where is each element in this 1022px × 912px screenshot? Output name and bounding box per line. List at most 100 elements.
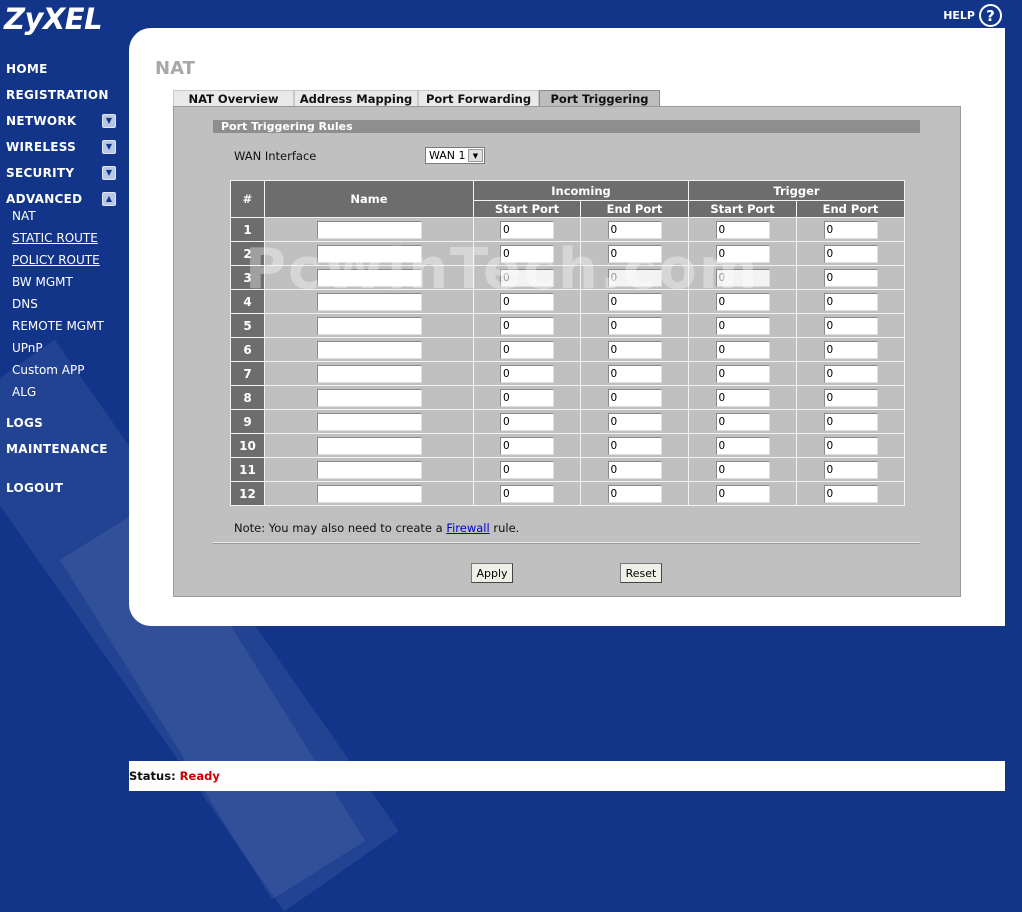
nav-item-upnp[interactable]: UPnP	[12, 341, 43, 355]
trigger-end-port-input[interactable]: 0	[823, 292, 878, 311]
trigger-end-port-input[interactable]: 0	[823, 340, 878, 359]
trigger-end-port-input[interactable]: 0	[823, 268, 878, 287]
firewall-link[interactable]: Firewall	[446, 521, 489, 535]
trigger-start-port-input[interactable]: 0	[715, 220, 770, 239]
incoming-start-port-input[interactable]: 0	[500, 460, 554, 479]
trigger-end-port-input[interactable]: 0	[823, 388, 878, 407]
chevron-down-icon[interactable]: ▼	[102, 114, 116, 128]
status-bar: Status: Ready	[129, 761, 1005, 791]
nav-home[interactable]: HOME	[6, 62, 48, 76]
incoming-start-port-input[interactable]: 0	[500, 292, 554, 311]
trigger-start-port-input[interactable]: 0	[715, 292, 770, 311]
trigger-end-cell: 0	[796, 361, 905, 386]
tab-nat-overview[interactable]: NAT Overview	[173, 90, 294, 106]
name-input[interactable]	[316, 412, 422, 431]
incoming-end-port-input[interactable]: 0	[607, 244, 662, 263]
incoming-end-port-input[interactable]: 0	[607, 364, 662, 383]
nav-network[interactable]: NETWORK	[6, 114, 77, 128]
trigger-start-port-input[interactable]: 0	[715, 412, 770, 431]
trigger-start-port-input[interactable]: 0	[715, 364, 770, 383]
incoming-end-port-input[interactable]: 0	[607, 436, 662, 455]
tab-port-triggering[interactable]: Port Triggering	[539, 90, 660, 106]
nav-item-dns[interactable]: DNS	[12, 297, 38, 311]
nav-security[interactable]: SECURITY	[6, 166, 74, 180]
incoming-end-port-input[interactable]: 0	[607, 484, 662, 503]
name-input[interactable]	[316, 340, 422, 359]
nav-maintenance[interactable]: MAINTENANCE	[6, 442, 108, 456]
incoming-start-port-input[interactable]: 0	[500, 316, 554, 335]
name-input[interactable]	[316, 436, 422, 455]
help-button[interactable]: HELP ?	[943, 4, 1002, 27]
trigger-start-port-input[interactable]: 0	[715, 484, 770, 503]
name-input[interactable]	[316, 484, 422, 503]
incoming-start-port-input[interactable]: 0	[500, 244, 554, 263]
trigger-end-port-input[interactable]: 0	[823, 316, 878, 335]
wan-interface-select[interactable]: WAN 1 ▼	[425, 147, 485, 164]
incoming-start-port-input[interactable]: 0	[500, 220, 554, 239]
trigger-start-port-input[interactable]: 0	[715, 388, 770, 407]
tab-address-mapping[interactable]: Address Mapping	[294, 90, 418, 106]
trigger-end-port-input[interactable]: 0	[823, 244, 878, 263]
incoming-end-port-input[interactable]: 0	[607, 388, 662, 407]
nav-logout[interactable]: LOGOUT	[6, 481, 63, 495]
dropdown-arrow-icon[interactable]: ▼	[468, 149, 483, 162]
name-input[interactable]	[316, 364, 422, 383]
chevron-down-icon[interactable]: ▼	[102, 166, 116, 180]
incoming-end-port-input[interactable]: 0	[607, 460, 662, 479]
nav-item-static-route[interactable]: STATIC ROUTE	[12, 231, 98, 245]
incoming-start-port-input[interactable]: 0	[500, 412, 554, 431]
nav-wireless[interactable]: WIRELESS	[6, 140, 76, 154]
incoming-start-port-input[interactable]: 0	[500, 340, 554, 359]
name-input[interactable]	[316, 460, 422, 479]
name-input[interactable]	[316, 388, 422, 407]
table-row: 8 0 0 0 0	[230, 385, 905, 410]
incoming-start-port-input[interactable]: 0	[500, 268, 554, 287]
trigger-end-port-input[interactable]: 0	[823, 364, 878, 383]
incoming-end-cell: 0	[580, 289, 689, 314]
table-row: 3 0 0 0 0	[230, 265, 905, 290]
trigger-start-port-input[interactable]: 0	[715, 340, 770, 359]
nav-item-remote-mgmt[interactable]: REMOTE MGMT	[12, 319, 104, 333]
tab-port-forwarding[interactable]: Port Forwarding	[418, 90, 539, 106]
trigger-start-port-input[interactable]: 0	[715, 436, 770, 455]
trigger-end-port-input[interactable]: 0	[823, 220, 878, 239]
reset-button[interactable]: Reset	[620, 563, 662, 583]
name-input[interactable]	[316, 292, 422, 311]
incoming-end-port-input[interactable]: 0	[607, 268, 662, 287]
trigger-start-port-input[interactable]: 0	[715, 268, 770, 287]
name-input[interactable]	[316, 316, 422, 335]
incoming-start-port-input[interactable]: 0	[500, 484, 554, 503]
apply-button[interactable]: Apply	[471, 563, 513, 583]
trigger-end-port-input[interactable]: 0	[823, 436, 878, 455]
incoming-start-port-input[interactable]: 0	[500, 388, 554, 407]
trigger-end-port-input[interactable]: 0	[823, 484, 878, 503]
trigger-end-port-input[interactable]: 0	[823, 412, 878, 431]
incoming-end-port-input[interactable]: 0	[607, 220, 662, 239]
nav-item-custom-app[interactable]: Custom APP	[12, 363, 84, 377]
nav-advanced[interactable]: ADVANCED	[6, 192, 82, 206]
table-row: 11 0 0 0 0	[230, 457, 905, 482]
trigger-start-port-input[interactable]: 0	[715, 244, 770, 263]
trigger-start-port-input[interactable]: 0	[715, 316, 770, 335]
chevron-up-icon[interactable]: ▲	[102, 192, 116, 206]
name-cell	[264, 481, 474, 506]
trigger-end-port-input[interactable]: 0	[823, 460, 878, 479]
incoming-start-port-input[interactable]: 0	[500, 364, 554, 383]
name-input[interactable]	[316, 244, 422, 263]
nav-item-alg[interactable]: ALG	[12, 385, 36, 399]
trigger-start-port-input[interactable]: 0	[715, 460, 770, 479]
name-input[interactable]	[316, 268, 422, 287]
incoming-end-port-input[interactable]: 0	[607, 292, 662, 311]
nav-item-nat[interactable]: NAT	[12, 209, 36, 223]
nav-item-bw-mgmt[interactable]: BW MGMT	[12, 275, 73, 289]
name-input[interactable]	[316, 220, 422, 239]
incoming-end-port-input[interactable]: 0	[607, 316, 662, 335]
incoming-start-port-input[interactable]: 0	[500, 436, 554, 455]
note-prefix: Note: You may also need to create a	[234, 521, 447, 535]
nav-registration[interactable]: REGISTRATION	[6, 88, 109, 102]
incoming-end-port-input[interactable]: 0	[607, 340, 662, 359]
nav-logs[interactable]: LOGS	[6, 416, 43, 430]
incoming-end-port-input[interactable]: 0	[607, 412, 662, 431]
nav-item-policy-route[interactable]: POLICY ROUTE	[12, 253, 100, 267]
chevron-down-icon[interactable]: ▼	[102, 140, 116, 154]
